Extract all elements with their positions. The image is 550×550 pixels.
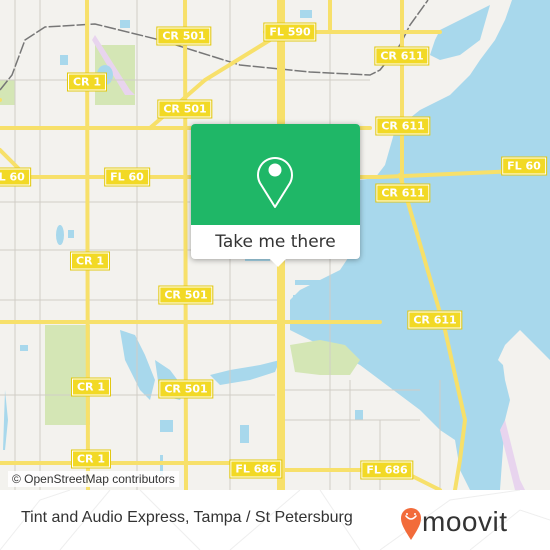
popup-pointer <box>269 258 287 267</box>
road-label: CR 611 <box>375 116 431 136</box>
place-title: Tint and Audio Express, Tampa / St Peter… <box>21 509 353 526</box>
road-label: FL 590 <box>263 22 317 42</box>
popup-header <box>191 124 360 225</box>
moovit-pin-icon <box>401 508 421 540</box>
map-canvas[interactable]: CR 501 FL 590 CR 611 CR 1 CR 501 CR 611 … <box>0 0 550 490</box>
road-label: CR 1 <box>70 377 112 397</box>
road-label: CR 501 <box>156 26 212 46</box>
park <box>45 325 90 425</box>
road-label: CR 501 <box>157 99 213 119</box>
map-pin-icon <box>257 157 293 208</box>
road-label: CR 611 <box>374 46 430 66</box>
park <box>0 80 15 105</box>
road-label: CR 1 <box>66 72 108 92</box>
location-popup: Take me there <box>191 124 360 267</box>
road-label: CR 611 <box>407 310 463 330</box>
road-label: FL 686 <box>360 460 414 480</box>
road-label: FL 60 <box>501 156 547 176</box>
road-label: FL 686 <box>229 459 283 479</box>
road-label: CR 611 <box>375 183 431 203</box>
road-label: CR 501 <box>158 379 214 399</box>
road-label: CR 501 <box>158 285 214 305</box>
road-label: CR 1 <box>70 449 112 469</box>
take-me-there-button[interactable]: Take me there <box>191 225 360 259</box>
brand-name: moovit <box>422 506 508 537</box>
road-label: CR 1 <box>69 251 111 271</box>
road-label: FL 60 <box>104 167 150 187</box>
map-attribution[interactable]: © OpenStreetMap contributors <box>8 471 179 487</box>
road-label: FL 60 <box>0 167 31 187</box>
